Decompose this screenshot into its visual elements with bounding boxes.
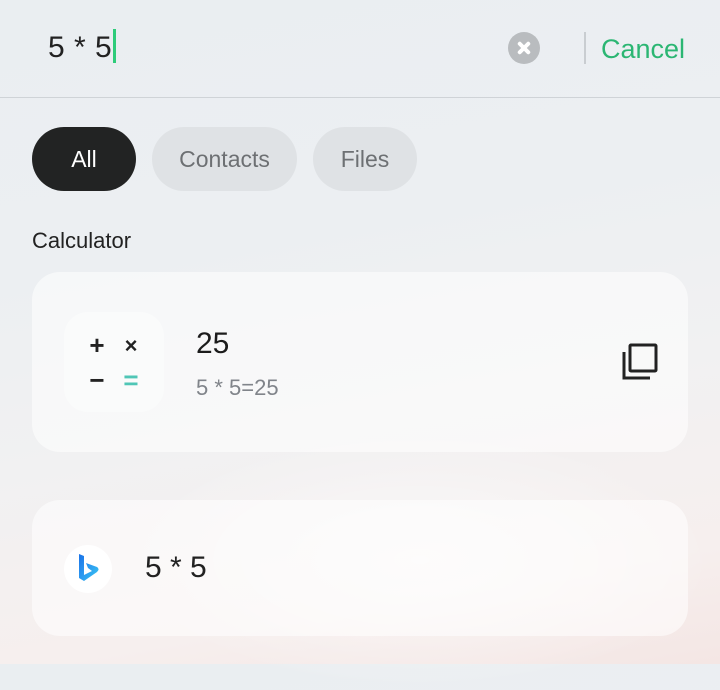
web-suggestion-text: 5 * 5 (145, 551, 207, 584)
times-symbol: × (124, 333, 138, 358)
search-divider (584, 32, 586, 64)
section-title-calculator: Calculator (32, 228, 132, 253)
calculator-expression: 5 * 5=25 (196, 375, 279, 400)
web-search-suggestion[interactable]: 5 * 5 (32, 500, 688, 636)
cancel-button[interactable]: Cancel (601, 30, 685, 68)
bing-icon (64, 545, 112, 593)
equals-symbol: = (123, 365, 139, 395)
calculator-result-card[interactable]: + × − = 25 5 * 5=25 (32, 272, 688, 452)
filter-chip-contacts[interactable]: Contacts (152, 127, 297, 191)
text-caret (113, 29, 117, 63)
filter-chip-files[interactable]: Files (313, 127, 417, 191)
copy-icon[interactable] (620, 342, 660, 382)
calculator-result: 25 (196, 327, 230, 360)
plus-symbol: + (89, 330, 105, 360)
clear-icon[interactable] (508, 32, 540, 64)
search-bar: 5 * 5 Cancel (0, 0, 720, 98)
filter-chip-all[interactable]: All (32, 127, 136, 191)
calculator-icon: + × − = (64, 312, 164, 412)
search-input[interactable]: 5 * 5 (48, 28, 117, 68)
minus-symbol: − (89, 365, 105, 395)
search-query-text: 5 * 5 (48, 31, 113, 64)
